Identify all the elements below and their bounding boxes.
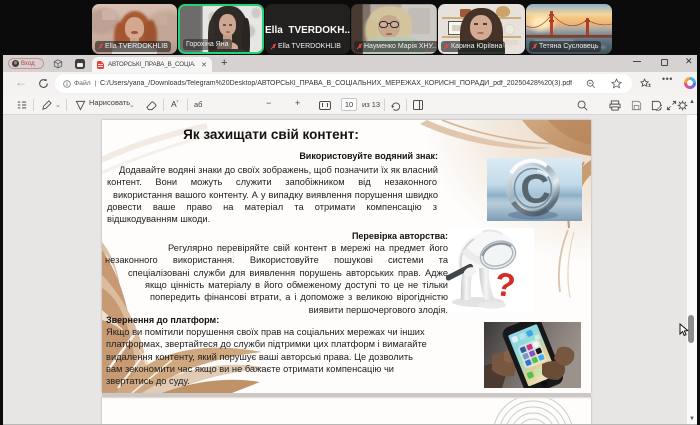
svg-text:C: C <box>518 164 552 213</box>
